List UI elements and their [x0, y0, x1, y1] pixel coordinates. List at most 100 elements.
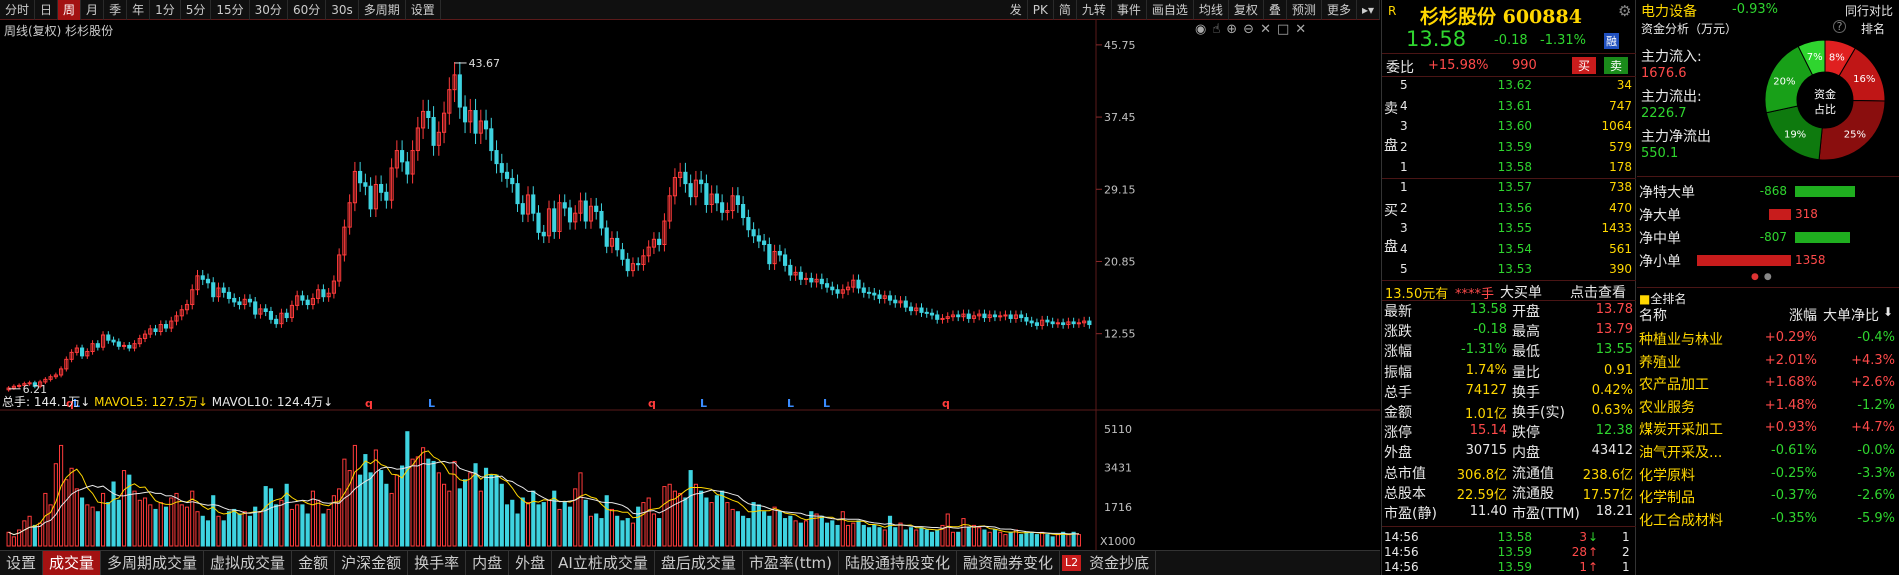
candle-body [200, 275, 205, 280]
ranking-row-name[interactable]: 化学制品 [1639, 487, 1695, 507]
toolbar-action[interactable]: 九转 [1077, 0, 1112, 20]
period-tab[interactable]: 15分 [211, 0, 250, 20]
candle-body [819, 278, 824, 285]
volume-bar [1045, 534, 1050, 547]
indicator-tab[interactable]: 资金抄底 [1083, 550, 1157, 575]
volume-bar [866, 527, 872, 547]
candle-body [263, 308, 268, 312]
indicator-tab[interactable]: 虚拟成交量 [204, 550, 293, 575]
cross-icon[interactable]: ✕ [1260, 22, 1277, 37]
peer-compare-link[interactable]: 同行对比 [1845, 2, 1893, 19]
eye-icon[interactable]: ◉ [1195, 22, 1212, 37]
book-level: 5 [1400, 78, 1408, 92]
toolbar-action[interactable]: PK [1028, 0, 1054, 20]
rank-link[interactable]: 排名 [1861, 20, 1885, 37]
toolbar-action[interactable]: 预测 [1287, 0, 1322, 20]
ranking-row-name[interactable]: 油气开采及... [1639, 442, 1722, 462]
fund-donut: 8% 16% 25% 19% 20% 7% 资金占比 [1764, 39, 1886, 161]
ranking-row-name[interactable]: 农业服务 [1639, 397, 1695, 417]
period-tab[interactable]: 30s [326, 0, 359, 20]
kline-chart[interactable]: 45.7537.4529.1520.8512.5543.676.21q Lq Lq L… [0, 20, 1380, 550]
menu-arrow-icon[interactable]: ▸▾ [1357, 0, 1380, 20]
ranking-header-net[interactable]: 大单净比 [1823, 305, 1879, 325]
toolbar-action[interactable]: 叠 [1264, 0, 1287, 20]
period-tab[interactable]: 年 [127, 0, 151, 20]
period-tab[interactable]: 日 [35, 0, 59, 20]
weibi-value: +15.98% [1428, 58, 1489, 73]
candle-body [153, 328, 158, 332]
toolbar-action[interactable]: 均线 [1194, 0, 1229, 20]
indicator-tab[interactable]: 内盘 [466, 550, 510, 575]
toolbar-action[interactable]: 事件 [1112, 0, 1147, 20]
ranking-row-name[interactable]: 化学原料 [1639, 465, 1695, 485]
volume-bar [835, 524, 840, 547]
indicator-tab[interactable]: 融资融券变化 [957, 550, 1060, 575]
chart-area[interactable]: 45.75 37.45 29.15 20.85 12.55 43.67 6.21 q Lq Lq L… [0, 20, 1380, 550]
toolbar-action[interactable]: 简 [1054, 0, 1077, 20]
indicator-tab[interactable]: 市盈率(ttm) [743, 550, 839, 575]
ranking-header-name[interactable]: 名称 [1639, 305, 1667, 325]
volume-bar [90, 506, 95, 547]
indicator-tab[interactable]: 换手率 [408, 550, 467, 575]
stat-label: 总手 [1384, 384, 1412, 401]
ranking-header-pct[interactable]: 涨幅 [1745, 305, 1817, 325]
zoom-in-icon[interactable]: ⊕ [1226, 22, 1243, 37]
sort-down-icon[interactable]: ⬇ [1883, 305, 1893, 319]
volume-bar [43, 492, 48, 547]
book-level: 3 [1400, 119, 1408, 133]
page-dots[interactable]: ●● [1751, 272, 1777, 282]
candle-body [1029, 320, 1034, 324]
candle-body [683, 171, 688, 185]
period-tab[interactable]: 5分 [181, 0, 212, 20]
toolbar-action[interactable]: 复权 [1229, 0, 1264, 20]
toolbar-action[interactable]: 画自选 [1147, 0, 1194, 20]
buy-button[interactable]: 买 [1572, 57, 1597, 74]
indicator-tab[interactable]: 金额 [292, 550, 336, 575]
indicator-tab[interactable]: 陆股通持股变化 [839, 550, 957, 575]
period-tab[interactable]: 设置 [406, 0, 441, 20]
book-level: 4 [1400, 98, 1408, 113]
volume-bar [856, 520, 861, 547]
bigorder-link[interactable]: 点击查看 [1570, 282, 1626, 302]
chart-tools[interactable]: ◉☝⊕⊖✕□✕ [1195, 22, 1312, 37]
toolbar-action[interactable]: 发 [1005, 0, 1028, 20]
indicator-tab[interactable]: 设置 [0, 550, 44, 575]
ranking-row-name[interactable]: 煤炭开采加工 [1639, 419, 1723, 439]
high-marker-label: 43.67 [469, 57, 501, 70]
sector-name[interactable]: 电力设备 [1641, 1, 1697, 21]
period-tab[interactable]: 60分 [288, 0, 327, 20]
sell-button[interactable]: 卖 [1604, 57, 1629, 74]
period-tab[interactable]: 30分 [250, 0, 288, 20]
period-tab[interactable]: 多周期 [359, 0, 406, 20]
period-tab[interactable]: 月 [81, 0, 105, 20]
period-tab[interactable]: 季 [104, 0, 128, 20]
hand-icon[interactable]: ☝ [1212, 22, 1226, 37]
period-tab[interactable]: 1分 [150, 0, 181, 20]
candle-body [940, 317, 945, 320]
indicator-tab[interactable]: 成交量 [43, 550, 102, 575]
volume-bar [809, 511, 814, 547]
zoom-out-icon[interactable]: ⊖ [1243, 22, 1260, 37]
ranking-row-name[interactable]: 化工合成材料 [1639, 510, 1723, 530]
gear-icon[interactable]: ⚙ [1618, 2, 1631, 20]
period-tab[interactable]: 周 [58, 0, 82, 20]
volume-bar [777, 511, 782, 547]
indicator-tab[interactable]: 盘后成交量 [655, 550, 743, 575]
ranking-row-name[interactable]: 养殖业 [1639, 352, 1681, 372]
indicator-tab[interactable]: 外盘 [509, 550, 553, 575]
volume-bar [887, 515, 893, 547]
stat-label: 流通股 [1512, 485, 1554, 502]
indicator-tab[interactable]: 多周期成交量 [101, 550, 205, 575]
net-row-bar [1795, 232, 1850, 243]
indicator-tab[interactable]: AI立桩成交量 [552, 550, 655, 575]
ranking-row-name[interactable]: 种植业与林业 [1639, 329, 1723, 349]
toolbar-action[interactable]: 更多 [1322, 0, 1357, 20]
indicator-tab[interactable]: 沪深金额 [335, 550, 409, 575]
period-tab[interactable]: 分时 [0, 0, 36, 20]
book-volume: 1433 [1601, 221, 1632, 235]
minimize-icon[interactable]: □ [1277, 22, 1295, 37]
help-icon[interactable]: ? [1833, 20, 1846, 33]
volume-bar [415, 456, 420, 547]
close-icon[interactable]: ✕ [1295, 22, 1312, 37]
ranking-row-name[interactable]: 农产品加工 [1639, 374, 1709, 394]
